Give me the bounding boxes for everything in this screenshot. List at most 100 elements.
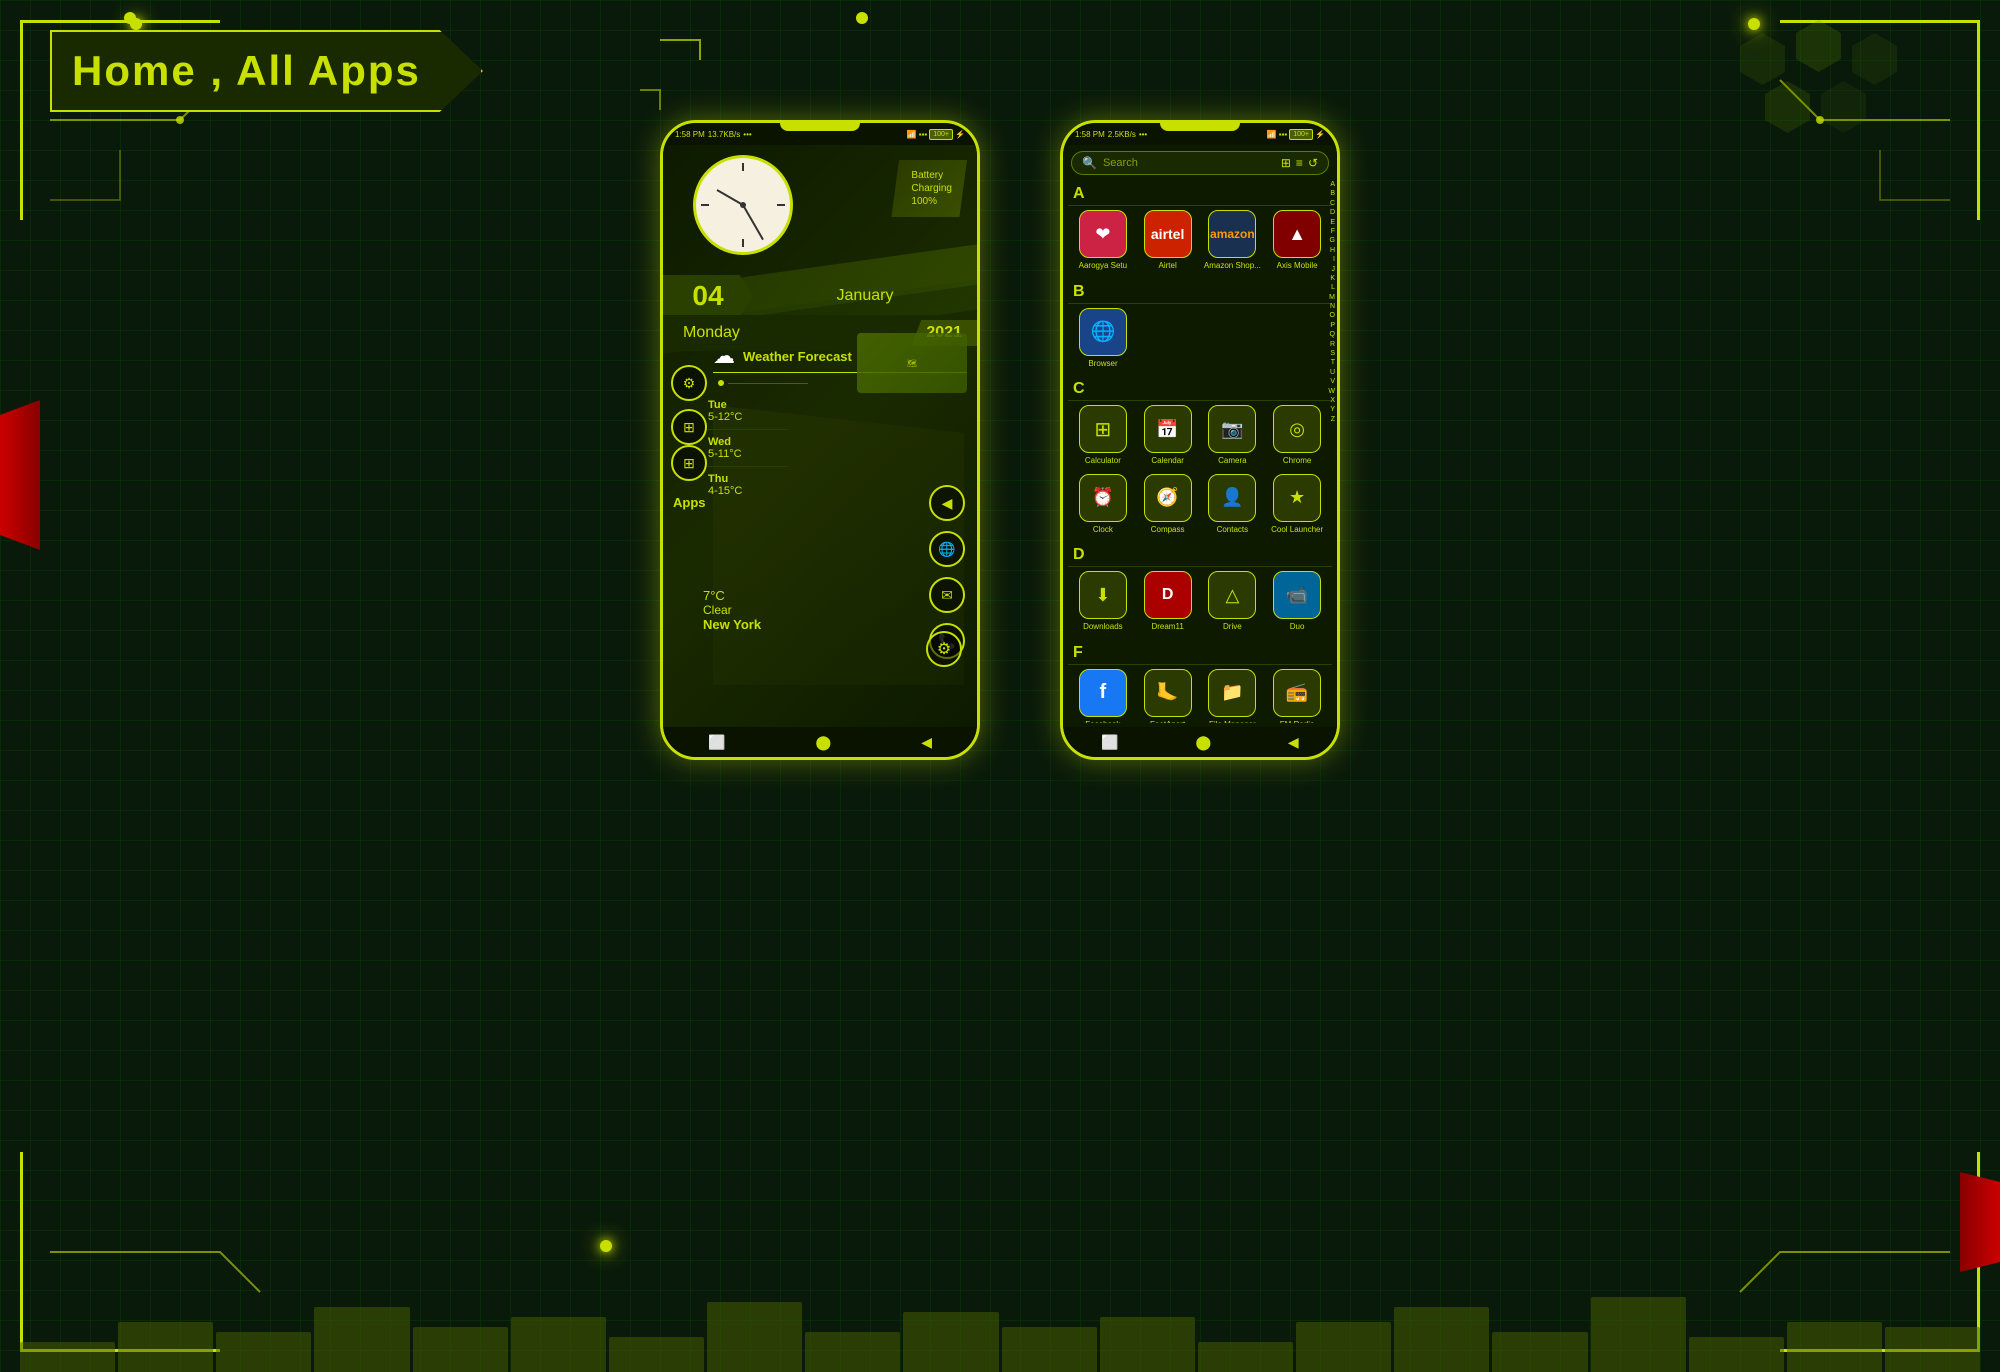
app-icon-airtel: airtel [1144, 210, 1192, 258]
app-fmradio[interactable]: 📻 FM Radio [1267, 669, 1327, 723]
clock-face [693, 155, 793, 255]
eq-bar [511, 1317, 606, 1372]
icon-back[interactable]: ◀ [929, 485, 965, 521]
eq-bar [20, 1342, 115, 1372]
time-2: 1:58 PM [1075, 130, 1105, 139]
app-name-feetapart: FeetApart [1150, 720, 1185, 723]
wifi-icon: 📶 [907, 130, 917, 139]
battery-display-2: 100+ [1289, 129, 1313, 140]
icon-message[interactable]: ✉ [929, 577, 965, 613]
eq-bar [1492, 1332, 1587, 1372]
icon-browser[interactable]: 🌐 [929, 531, 965, 567]
eq-bar [1591, 1297, 1686, 1372]
app-amazon[interactable]: amazon Amazon Shop... [1203, 210, 1263, 271]
downloads-icon: ⬇ [1095, 585, 1110, 606]
app-duo[interactable]: 📹 Duo [1267, 571, 1327, 632]
app-name-contacts: Contacts [1217, 525, 1249, 535]
app-chrome[interactable]: ◎ Chrome [1267, 405, 1327, 466]
icon-settings-small[interactable]: ⚙ [671, 365, 707, 401]
app-name-calculator: Calculator [1085, 456, 1121, 466]
percent-label: 100% [911, 196, 952, 207]
app-row-c2: ⏰ Clock 🧭 Compass 👤 Conta [1068, 474, 1332, 535]
eq-bar [1100, 1317, 1195, 1372]
app-contacts[interactable]: 👤 Contacts [1203, 474, 1263, 535]
icon-grid[interactable]: ⊞ [671, 409, 707, 445]
nav-back-2[interactable]: ◀ [1288, 734, 1299, 751]
date-strip: 04 January [663, 275, 977, 317]
status-bar-2: 1:58 PM 2.5KB/s ••• 📶 ▪▪▪ 100+ ⚡ [1063, 123, 1337, 145]
fmradio-icon: 📻 [1286, 682, 1308, 703]
app-downloads[interactable]: ⬇ Downloads [1073, 571, 1133, 632]
nav-circle-2[interactable]: ⬤ [1195, 734, 1211, 751]
refresh-icon[interactable]: ↺ [1308, 156, 1318, 170]
nav-bar-1: ⬜ ⬤ ◀ [663, 727, 977, 757]
minute-hand [742, 205, 764, 241]
filemanager-icon: 📁 [1221, 682, 1243, 703]
app-icon-fmradio: 📻 [1273, 669, 1321, 717]
app-compass[interactable]: 🧭 Compass [1138, 474, 1198, 535]
view-toggle: ⊞ ≡ ↺ [1281, 156, 1318, 170]
app-icon-amazon: amazon [1208, 210, 1256, 258]
settings-button[interactable]: ⚙ [926, 631, 962, 667]
app-browser[interactable]: 🌐 Browser [1073, 308, 1133, 369]
status-left-1: 1:58 PM 13.7KB/s ••• [675, 130, 752, 139]
eq-bar [413, 1327, 508, 1372]
nav-square-1[interactable]: ⬜ [708, 734, 725, 751]
current-temp: 7°C [703, 588, 761, 603]
app-icon-filemanager: 📁 [1208, 669, 1256, 717]
app-facebook[interactable]: f Facebook [1073, 669, 1133, 723]
list-view-icon[interactable]: ≡ [1296, 156, 1303, 170]
app-row-a: ❤ Aarogya Setu airtel Airtel amazon [1068, 210, 1332, 271]
nav-square-2[interactable]: ⬜ [1101, 734, 1118, 751]
eq-bar [1885, 1327, 1980, 1372]
current-weather: 7°C Clear New York [703, 588, 761, 632]
app-feetapart[interactable]: 🦶 FeetApart [1138, 669, 1198, 723]
clock-center [740, 202, 746, 208]
condition: Clear [703, 603, 761, 617]
title-area: Home , All Apps [50, 30, 483, 112]
app-cool-launcher[interactable]: ★ Cool Launcher [1267, 474, 1327, 535]
app-calculator[interactable]: ⊞ Calculator [1073, 405, 1133, 466]
app-name-drive: Drive [1223, 622, 1242, 632]
app-icon-facebook: f [1079, 669, 1127, 717]
section-c: C [1068, 376, 1332, 401]
red-accent-right [1960, 1172, 2000, 1272]
phones-container: 1:58 PM 13.7KB/s ••• 📶 ▪▪▪ 100+ ⚡ [0, 120, 2000, 760]
eq-bar [1296, 1322, 1391, 1372]
facebook-icon: f [1100, 681, 1107, 704]
browser-icon: 🌐 [1091, 319, 1116, 344]
app-name-downloads: Downloads [1083, 622, 1123, 632]
app-name-camera: Camera [1218, 456, 1246, 466]
clock-icon: ⏰ [1092, 487, 1114, 508]
nav-back-1[interactable]: ◀ [921, 734, 932, 751]
signal-icon: ▪▪▪ [919, 130, 928, 139]
app-name-facebook: Facebook [1085, 720, 1120, 723]
app-icon-camera: 📷 [1208, 405, 1256, 453]
cloud-icon: ☁ [713, 343, 735, 369]
icon-grid-2[interactable]: ⊞ [671, 445, 707, 481]
glow-dot-3 [600, 1240, 612, 1252]
apps-list: A B C D E F G H I J K L M N O P Q [1063, 181, 1337, 723]
app-dream11[interactable]: D Dream11 [1138, 571, 1198, 632]
search-bar[interactable]: 🔍 Search ⊞ ≡ ↺ [1071, 151, 1329, 175]
feetapart-icon: 🦶 [1156, 682, 1178, 703]
grid-view-icon[interactable]: ⊞ [1281, 156, 1291, 170]
section-a: A [1068, 181, 1332, 206]
weather-label: Weather Forecast [743, 349, 852, 364]
nav-circle-1[interactable]: ⬤ [815, 734, 831, 751]
aarogya-icon: ❤ [1095, 224, 1110, 245]
app-clock[interactable]: ⏰ Clock [1073, 474, 1133, 535]
app-name-axis: Axis Mobile [1277, 261, 1318, 271]
app-filemanager[interactable]: 📁 File Manager [1203, 669, 1263, 723]
contacts-icon: 👤 [1221, 487, 1243, 508]
app-aarogya[interactable]: ❤ Aarogya Setu [1073, 210, 1133, 271]
phone-allapps: 1:58 PM 2.5KB/s ••• 📶 ▪▪▪ 100+ ⚡ 🔍 Searc… [1060, 120, 1340, 760]
app-airtel[interactable]: airtel Airtel [1138, 210, 1198, 271]
search-icon: 🔍 [1082, 156, 1097, 170]
app-drive[interactable]: △ Drive [1203, 571, 1263, 632]
app-axis[interactable]: ▲ Axis Mobile [1267, 210, 1327, 271]
eq-bar [903, 1312, 998, 1372]
app-calendar[interactable]: 📅 Calendar [1138, 405, 1198, 466]
app-camera[interactable]: 📷 Camera [1203, 405, 1263, 466]
weather-days: Tue 5-12°C Wed 5-11°C Thu 4-15°C [708, 393, 788, 503]
